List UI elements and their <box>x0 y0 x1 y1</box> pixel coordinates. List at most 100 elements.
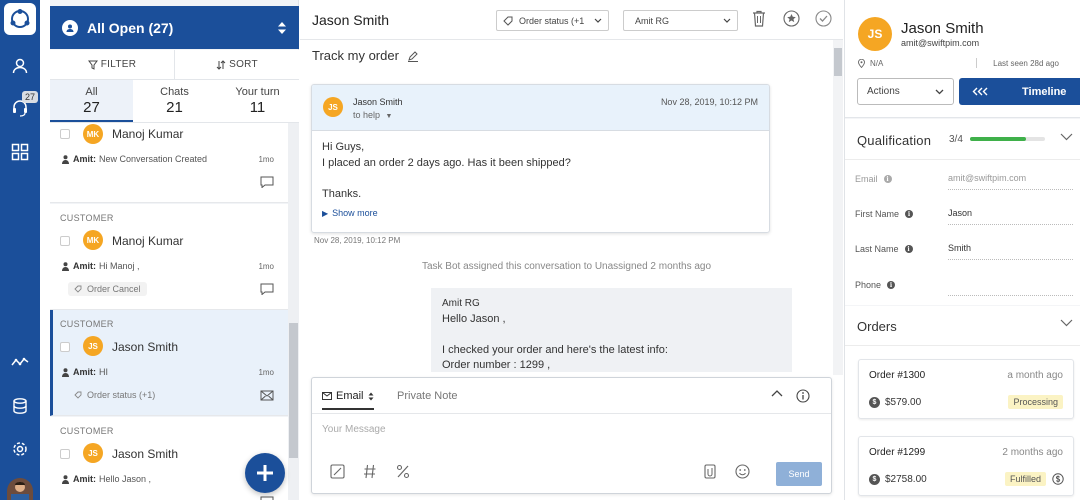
divider <box>845 159 1080 160</box>
chevron-down-icon[interactable] <box>1060 319 1073 327</box>
message-input[interactable]: Your Message <box>322 424 386 435</box>
conversation-item[interactable]: MK Manoj Kumar Amit: New Conversation Cr… <box>50 123 288 203</box>
contact-type: CUSTOMER <box>60 426 114 436</box>
order-card[interactable]: Order #1300 a month ago $ $579.00 Process… <box>858 359 1074 419</box>
contact-panel: JS Jason Smith amit@swiftpim.com N/A Las… <box>844 0 1080 500</box>
message-header: JS Jason Smith to help ▼ Nov 28, 2019, 1… <box>312 85 769 131</box>
tab-chats[interactable]: Chats 21 <box>133 80 216 122</box>
apps-grid-icon[interactable] <box>8 140 32 164</box>
thread-scrollbar[interactable] <box>833 40 843 375</box>
send-button[interactable]: Send <box>776 462 822 486</box>
conversation-item[interactable]: CUSTOMER MK Manoj Kumar Amit: Hi Manoj ,… <box>50 204 288 310</box>
last-message: Amit: New Conversation Created <box>62 154 207 164</box>
analytics-icon[interactable] <box>8 350 32 374</box>
actions-dropdown[interactable]: Actions <box>857 78 954 105</box>
hashtag-icon[interactable] <box>363 464 377 479</box>
message-body: Hi Guys, I placed an order 2 days ago. H… <box>312 131 769 231</box>
timeline-label: Timeline <box>1022 85 1067 98</box>
contact-avatar: JS <box>858 17 892 51</box>
agent-icon <box>62 474 69 484</box>
star-icon[interactable] <box>783 10 800 27</box>
tab-private-note[interactable]: Private Note <box>397 390 458 402</box>
order-amount-value: $579.00 <box>885 397 922 408</box>
tab-email[interactable]: Email <box>322 390 374 410</box>
list-scrollbar[interactable] <box>288 123 299 500</box>
select-checkbox[interactable] <box>60 129 70 139</box>
new-conversation-button[interactable] <box>245 453 285 493</box>
sender-avatar: JS <box>323 97 343 117</box>
percent-icon[interactable] <box>396 464 410 479</box>
tag-label: Order Cancel <box>87 284 141 294</box>
dollar-icon: $ <box>869 474 880 485</box>
recipient[interactable]: to help ▼ <box>353 110 392 120</box>
chevron-up-icon[interactable] <box>771 389 783 397</box>
order-card[interactable]: Order #1299 2 months ago $ $2758.00 Fulfi… <box>858 436 1074 496</box>
conversation-list: MK Manoj Kumar Amit: New Conversation Cr… <box>50 123 288 500</box>
location-value: N/A <box>870 59 884 68</box>
settings-icon[interactable] <box>8 437 32 461</box>
conversation-item-selected[interactable]: CUSTOMER JS Jason Smith Amit: HI 1mo Ord… <box>50 310 288 416</box>
assignee-dropdown[interactable]: Amit RG <box>623 10 738 31</box>
location-pin-icon <box>858 59 865 68</box>
tag-icon <box>74 285 82 293</box>
conversation-tag[interactable]: Order status (+1) <box>68 388 161 402</box>
inbox-icon <box>62 19 78 36</box>
emoji-icon[interactable] <box>735 464 750 479</box>
agent-icon <box>62 367 69 377</box>
timeline-button[interactable]: Timeline <box>959 78 1080 105</box>
user-icon[interactable] <box>8 54 32 78</box>
scrollbar-thumb[interactable] <box>834 48 842 76</box>
attachment-icon[interactable] <box>703 464 717 479</box>
order-age: 2 months ago <box>1002 447 1063 458</box>
first-name-field[interactable]: Jason <box>948 205 1073 225</box>
chevron-down-icon[interactable] <box>1060 133 1073 141</box>
email-field[interactable]: amit@swiftpim.com <box>948 170 1073 190</box>
inbox-selector[interactable]: All Open (27) <box>50 6 299 49</box>
edit-pencil-icon[interactable] <box>407 50 419 62</box>
message-line: Hello Jason , <box>442 312 506 325</box>
user-avatar[interactable] <box>7 478 33 500</box>
filter-icon <box>87 60 98 70</box>
field-label-text: Email <box>855 174 878 184</box>
qualification-progress-bar <box>970 137 1045 141</box>
phone-field[interactable] <box>948 276 1073 296</box>
sort-icon <box>216 59 226 70</box>
message-line: Order number : 1299 , <box>442 359 551 371</box>
sort-arrows-icon[interactable] <box>277 21 287 35</box>
actions-label: Actions <box>867 86 900 97</box>
canned-response-icon[interactable] <box>330 464 345 479</box>
conversation-time: 1mo <box>258 262 274 271</box>
tab-your-turn[interactable]: Your turn 11 <box>216 80 299 122</box>
show-more-link[interactable]: ▶ Show more <box>322 206 759 222</box>
info-icon[interactable] <box>796 389 810 403</box>
sort-button[interactable]: SORT <box>175 50 299 79</box>
chat-icon <box>260 496 274 500</box>
last-message: Amit: Hello Jason , <box>62 474 151 484</box>
database-icon[interactable] <box>8 394 32 418</box>
select-checkbox[interactable] <box>60 342 70 352</box>
trash-icon[interactable] <box>752 10 766 27</box>
assignee-value: Amit RG <box>635 15 670 26</box>
tag-dropdown[interactable]: Order status (+1 <box>496 10 609 31</box>
filter-button[interactable]: FILTER <box>50 50 175 79</box>
tab-all[interactable]: All 27 <box>50 80 133 122</box>
select-checkbox[interactable] <box>60 449 70 459</box>
resolve-check-icon[interactable] <box>815 10 832 27</box>
info-icon: i <box>883 175 892 183</box>
field-label: Last Name i <box>855 244 913 254</box>
scrollbar-thumb[interactable] <box>289 323 298 458</box>
field-label-text: Phone <box>855 280 882 290</box>
conversation-tag[interactable]: Order Cancel <box>68 282 147 296</box>
notification-badge: 27 <box>22 91 39 103</box>
reply-composer: Email Private Note Your Message Send <box>311 377 832 494</box>
composer-tabs: Email Private Note <box>312 378 831 414</box>
select-checkbox[interactable] <box>60 236 70 246</box>
app-logo-icon[interactable] <box>4 3 36 35</box>
conversation-time: 1mo <box>258 155 274 164</box>
qualification-title: Qualification <box>857 133 932 148</box>
contact-name: Jason Smith <box>901 20 984 37</box>
info-icon: i <box>904 245 913 253</box>
divider <box>976 58 977 68</box>
chevron-down-icon <box>594 18 602 23</box>
last-name-field[interactable]: Smith <box>948 240 1073 260</box>
